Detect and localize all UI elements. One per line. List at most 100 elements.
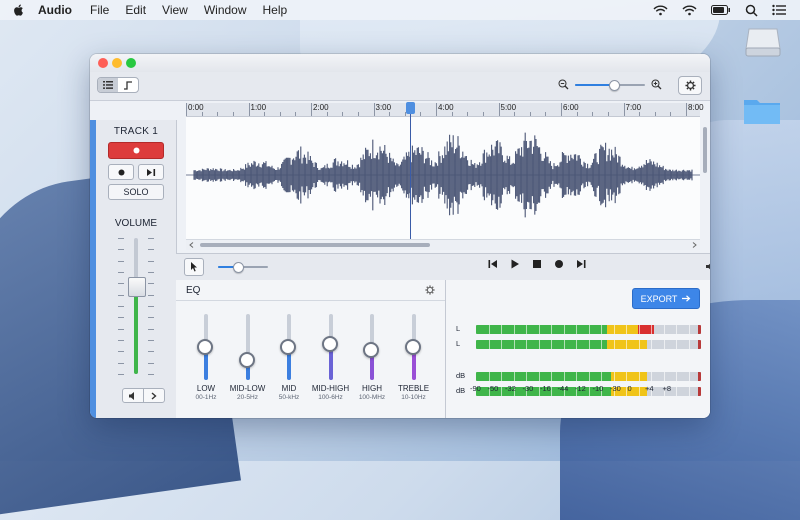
vertical-scrollbar[interactable] <box>703 127 707 173</box>
meter-divider <box>576 325 577 334</box>
playhead-handle[interactable] <box>406 102 415 114</box>
stop-button[interactable] <box>532 259 542 269</box>
skip-back-icon <box>488 260 497 268</box>
meter-divider <box>563 325 565 334</box>
zoom-slider-knob[interactable] <box>608 79 620 91</box>
volume-fader-cap[interactable] <box>128 276 146 297</box>
meter-bar <box>476 340 701 349</box>
meter-divider <box>613 325 615 334</box>
record-button-transport[interactable] <box>554 259 564 269</box>
timeline-label: 4:00 <box>438 103 454 112</box>
play-icon <box>511 259 519 269</box>
menu-edit[interactable]: Edit <box>125 3 146 17</box>
solo-button[interactable]: SOLO <box>108 184 164 200</box>
timeline-tick <box>529 112 531 116</box>
timeline-tick <box>436 103 437 116</box>
skip-forward-button[interactable] <box>576 259 586 269</box>
apple-icon[interactable] <box>12 3 26 17</box>
wifi-icon[interactable] <box>682 5 697 16</box>
chevron-right-icon[interactable] <box>692 242 697 248</box>
zoom-out-icon[interactable] <box>558 79 569 90</box>
meter-green-segment <box>476 325 607 334</box>
expand-button[interactable] <box>143 389 164 402</box>
timeline-tick <box>451 112 453 116</box>
menu-view[interactable]: View <box>162 3 188 17</box>
horizontal-scroll-thumb[interactable] <box>200 243 430 247</box>
zoom-slider-fill <box>575 83 614 86</box>
zoom-button[interactable] <box>126 58 136 68</box>
chevron-left-icon[interactable] <box>189 242 194 248</box>
menu-app-name[interactable]: Audio <box>38 3 72 17</box>
meter-scale-label: -16 <box>540 384 551 393</box>
timeline-tick <box>279 112 281 116</box>
meter-scale-label: -90 <box>470 384 481 393</box>
meter-scale-label: -30 <box>610 384 621 393</box>
meter-channel-label: L <box>456 324 461 333</box>
play-button[interactable] <box>510 259 520 269</box>
meter-scale: -90 -50 -32 -30 -16 -44 -12 -10 -30 0 +4 +8 <box>470 384 708 394</box>
meter-scale-label: -50 <box>487 384 499 393</box>
gear-icon[interactable] <box>425 285 435 295</box>
volume-tick <box>148 306 154 307</box>
skip-back-button[interactable] <box>488 259 498 269</box>
folder-icon[interactable] <box>742 95 782 127</box>
meter-divider <box>501 340 502 349</box>
close-button[interactable] <box>98 58 108 68</box>
volume-tick <box>118 328 124 330</box>
timeline-label: 3:00 <box>375 103 392 112</box>
eq-slider-knob[interactable] <box>404 339 421 355</box>
meter-divider <box>526 325 527 334</box>
meter-scale-label: -32 <box>505 384 516 393</box>
menu-file[interactable]: File <box>90 3 109 17</box>
tool-zoom-slider[interactable] <box>218 262 268 273</box>
eq-panel: EQ LOW 00-1Hz MID-LOW 20-5Hz MID 50-kHz MID-HI… <box>176 280 446 418</box>
list-view-button[interactable] <box>98 78 118 92</box>
eq-slider-knob[interactable] <box>197 339 213 355</box>
waveform-area[interactable] <box>186 117 700 239</box>
meters-panel: EXPORT L LdB dB -90 -50 -32 -30 -16 -44 -12 -10 -3… <box>446 280 710 418</box>
volume-label: VOLUME <box>114 218 158 229</box>
eq-slider-knob[interactable] <box>363 342 379 359</box>
battery-icon[interactable] <box>711 5 731 15</box>
timeline-tick <box>201 112 203 116</box>
volume-tick <box>118 374 124 375</box>
meter-divider <box>601 340 602 349</box>
horizontal-scrollbar[interactable] <box>186 239 700 250</box>
speaker-icon[interactable] <box>706 262 710 271</box>
play-pause-icon <box>146 168 155 176</box>
zoom-control <box>558 79 662 91</box>
view-mode-segment <box>97 77 139 93</box>
eq-slider-knob[interactable] <box>238 352 255 369</box>
settings-button[interactable] <box>678 76 702 95</box>
timeline-tick <box>498 103 500 116</box>
eq-slider-knob[interactable] <box>321 335 338 352</box>
zoom-slider[interactable] <box>575 79 645 91</box>
meter-divider <box>551 372 552 381</box>
eq-band-treble: TREBLE 10-10Hz <box>394 310 434 410</box>
export-button[interactable]: EXPORT <box>632 288 700 309</box>
tool-zoom-knob[interactable] <box>233 262 244 273</box>
volume-tick <box>118 362 124 364</box>
timeline-tick <box>217 112 219 116</box>
minimize-button[interactable] <box>112 58 122 68</box>
timeline-tick <box>623 103 625 116</box>
menu-window[interactable]: Window <box>204 3 247 17</box>
record-button[interactable] <box>108 164 134 180</box>
zoom-in-icon[interactable] <box>651 79 662 90</box>
menu-help[interactable]: Help <box>263 3 288 17</box>
search-icon[interactable] <box>745 4 758 17</box>
record-arm-button[interactable] <box>108 142 164 159</box>
list-icon[interactable] <box>772 4 786 16</box>
timeline-ruler[interactable]: 0:00 1:00 2:00 3:00 4:00 5:00 6:00 7:00 8:00 <box>186 103 704 117</box>
drive-icon[interactable] <box>745 26 781 58</box>
eq-slider-knob[interactable] <box>280 339 296 355</box>
select-tool-button[interactable] <box>184 258 204 276</box>
wifi-icon[interactable] <box>653 5 668 16</box>
record-icon <box>118 169 124 175</box>
timeline-tick <box>357 112 359 116</box>
meter-divider <box>488 325 490 334</box>
play-pause-button[interactable] <box>138 164 164 180</box>
volume-fader[interactable] <box>118 238 154 375</box>
mute-button[interactable] <box>123 389 143 402</box>
envelope-view-button[interactable] <box>118 78 138 92</box>
